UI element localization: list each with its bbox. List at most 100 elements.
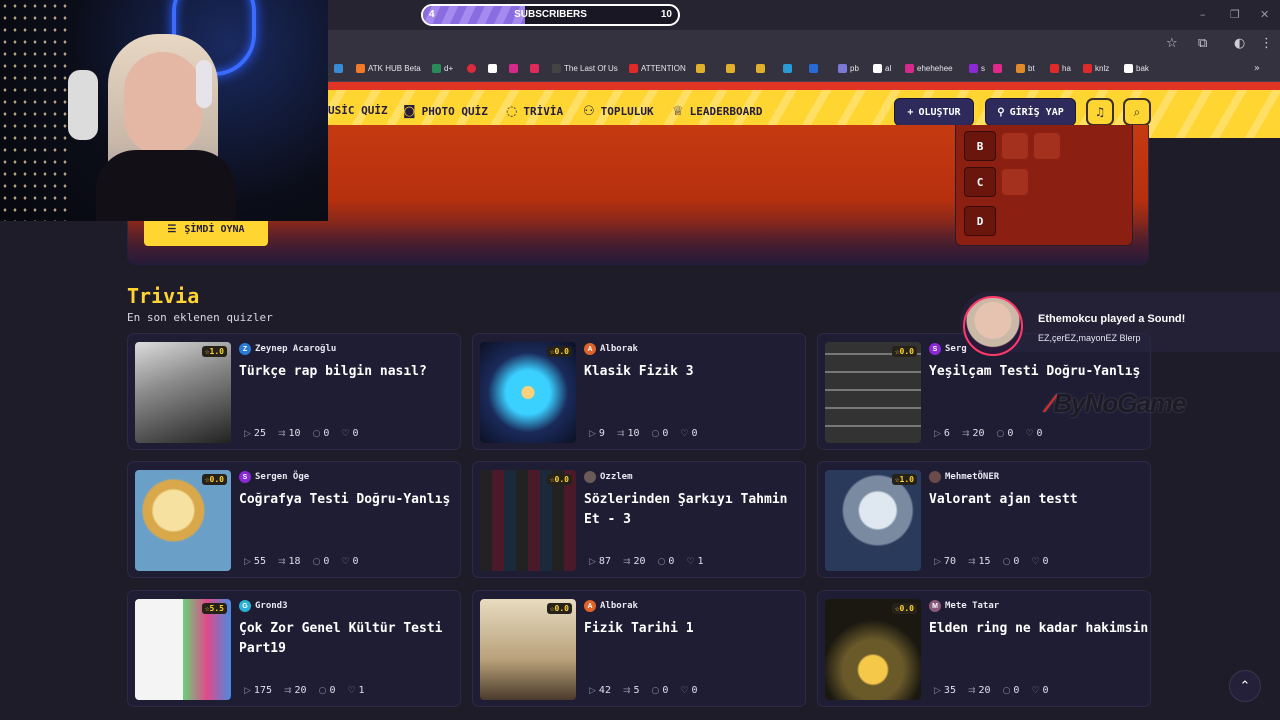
- bookmark-star-icon[interactable]: ☆: [1166, 36, 1178, 51]
- likes-stat[interactable]: ♡ 0: [680, 428, 697, 439]
- quiz-title[interactable]: Klasik Fizik 3: [584, 362, 804, 382]
- quiz-stats: ▷ 55 ⇉ 18 ○ 0 ♡ 0: [244, 556, 359, 567]
- linkedin-icon[interactable]: [809, 64, 818, 73]
- bookmark-item[interactable]: ATTENTION: [629, 64, 686, 73]
- quiz-title[interactable]: Elden ring ne kadar hakimsin: [929, 619, 1149, 639]
- likes-stat[interactable]: ♡ 0: [680, 685, 697, 696]
- menu-icon[interactable]: ⋮: [1260, 36, 1273, 51]
- nav-trivia[interactable]: ◌ TRİVİA: [506, 104, 563, 119]
- bookmark-item[interactable]: pb: [838, 64, 859, 73]
- quiz-stats: ▷ 175 ⇉ 20 ○ 0 ♡ 1: [244, 685, 365, 696]
- bookmark-icon[interactable]: [530, 64, 539, 73]
- comment-icon: ○: [1002, 556, 1011, 567]
- likes-stat[interactable]: ♡ 0: [341, 556, 358, 567]
- quiz-author[interactable]: MehmetÖNER: [929, 471, 999, 483]
- quiz-card[interactable]: ☆1.0 MehmetÖNER Valorant ajan testt ▷ 70 …: [817, 461, 1151, 578]
- quiz-title[interactable]: Sözlerinden Şarkıyı Tahmin Et - 3: [584, 490, 804, 530]
- likes-stat[interactable]: ♡ 0: [1031, 685, 1048, 696]
- instagram-icon[interactable]: [509, 64, 518, 73]
- quiz-card[interactable]: ☆0.0 A Alborak Klasik Fizik 3 ▷ 9 ⇉ 10 ○ 0 …: [472, 333, 806, 450]
- quiz-stats: ▷ 25 ⇉ 10 ○ 0 ♡ 0: [244, 428, 359, 439]
- bookmark-item[interactable]: al: [873, 64, 891, 73]
- bookmark-item[interactable]: s: [969, 64, 985, 73]
- likes-stat[interactable]: ♡ 0: [341, 428, 358, 439]
- bookmarks-more-icon[interactable]: »: [1254, 63, 1260, 74]
- quiz-thumbnail[interactable]: ☆0.0: [825, 599, 921, 700]
- bookmark-icon[interactable]: [488, 64, 497, 73]
- quiz-card[interactable]: ☆0.0 Ozzlem Sözlerinden Şarkıyı Tahmin E…: [472, 461, 806, 578]
- quiz-title[interactable]: Yeşilçam Testi Doğru-Yanlış: [929, 362, 1149, 382]
- quiz-thumbnail[interactable]: ☆1.0: [825, 470, 921, 571]
- bookmark-icon[interactable]: [726, 64, 735, 73]
- likes-stat[interactable]: ♡ 1: [347, 685, 364, 696]
- quiz-author[interactable]: A Alborak: [584, 343, 638, 355]
- play-icon: ▷: [589, 428, 596, 439]
- likes-stat[interactable]: ♡ 0: [1025, 428, 1042, 439]
- quiz-author[interactable]: G Grond3: [239, 600, 288, 612]
- quiz-title[interactable]: Valorant ajan testt: [929, 490, 1149, 510]
- extensions-icon[interactable]: ⧉: [1198, 36, 1207, 51]
- quiz-title[interactable]: Çok Zor Genel Kültür Testi Part19: [239, 619, 459, 659]
- answer-key: D: [964, 206, 996, 236]
- profile-avatar-icon[interactable]: ◐: [1234, 36, 1245, 51]
- bookmark-item[interactable]: d+: [432, 64, 453, 73]
- maximize-icon[interactable]: ❐: [1230, 8, 1240, 21]
- bookmark-icon[interactable]: [756, 64, 765, 73]
- quiz-author[interactable]: S Serg: [929, 343, 967, 355]
- nav-photo-quiz[interactable]: ◙ PHOTO QUİZ: [403, 104, 488, 119]
- nav-music-quiz[interactable]: USİC QUİZ: [328, 104, 388, 117]
- quiz-thumbnail[interactable]: ☆0.0: [480, 470, 576, 571]
- bookmark-item[interactable]: bt: [1016, 64, 1035, 73]
- users-icon: ⚇: [583, 104, 595, 119]
- answer-key: B: [964, 131, 996, 161]
- alert-avatar: [963, 296, 1023, 356]
- author-avatar: Z: [239, 343, 251, 355]
- bookmark-item[interactable]: ha: [1050, 64, 1071, 73]
- quiz-card[interactable]: ☆1.0 Z Zeynep Acaroğlu Türkçe rap bilgin…: [127, 333, 461, 450]
- quiz-author[interactable]: S Sergen Öge: [239, 471, 309, 483]
- search-icon[interactable]: ⌕: [1123, 98, 1151, 126]
- nav-community[interactable]: ⚇ TOPLULUK: [583, 104, 654, 119]
- quiz-title[interactable]: Coğrafya Testi Doğru-Yanlış: [239, 490, 459, 510]
- bookmark-icon[interactable]: [993, 64, 1002, 73]
- quiz-title[interactable]: Fizik Tarihi 1: [584, 619, 804, 639]
- quiz-author[interactable]: M Mete Tatar: [929, 600, 999, 612]
- likes-stat[interactable]: ♡ 0: [1031, 556, 1048, 567]
- quiz-card[interactable]: ☆0.0 M Mete Tatar Elden ring ne kadar ha…: [817, 590, 1151, 707]
- rating-badge: ☆0.0: [546, 474, 572, 485]
- minimize-icon[interactable]: –: [1200, 8, 1206, 21]
- heart-icon: ♡: [686, 556, 695, 567]
- quiz-stats: ▷ 42 ⇉ 5 ○ 0 ♡ 0: [589, 685, 698, 696]
- scroll-to-top-button[interactable]: ⌃: [1229, 670, 1261, 702]
- quiz-thumbnail[interactable]: ☆0.0: [135, 470, 231, 571]
- quiz-card[interactable]: ☆0.0 S Sergen Öge Coğrafya Testi Doğru-Y…: [127, 461, 461, 578]
- bookmark-item[interactable]: ehehehee: [905, 64, 953, 73]
- notification-bell-icon[interactable]: ♫: [1086, 98, 1114, 126]
- quiz-title[interactable]: Türkçe rap bilgin nasıl?: [239, 362, 459, 382]
- bookmark-icon[interactable]: [696, 64, 705, 73]
- quiz-thumbnail[interactable]: ☆5.5: [135, 599, 231, 700]
- bookmark-item[interactable]: knlz: [1083, 64, 1109, 73]
- likes-stat[interactable]: ♡ 1: [686, 556, 703, 567]
- quiz-author[interactable]: Ozzlem: [584, 471, 633, 483]
- pinterest-icon[interactable]: [467, 64, 476, 73]
- bookmark-icon[interactable]: [783, 64, 792, 73]
- bookmark-item[interactable]: ATK HUB Beta: [356, 64, 421, 73]
- bookmark-item[interactable]: bak: [1124, 64, 1149, 73]
- author-avatar: A: [584, 600, 596, 612]
- bookmark-item[interactable]: The Last Of Us: [552, 64, 618, 73]
- quiz-thumbnail[interactable]: ☆1.0: [135, 342, 231, 443]
- nav-leaderboard[interactable]: ♕ LEADERBOARD: [672, 104, 763, 119]
- quiz-thumbnail[interactable]: ☆0.0: [480, 342, 576, 443]
- bookmark-icon[interactable]: [334, 64, 343, 73]
- quiz-card[interactable]: ☆0.0 A Alborak Fizik Tarihi 1 ▷ 42 ⇉ 5 ○ 0 …: [472, 590, 806, 707]
- quiz-thumbnail[interactable]: ☆0.0: [480, 599, 576, 700]
- quiz-author[interactable]: Z Zeynep Acaroğlu: [239, 343, 336, 355]
- close-icon[interactable]: ✕: [1260, 8, 1269, 21]
- fairy-lights: [0, 0, 70, 221]
- quiz-thumbnail[interactable]: ☆0.0: [825, 342, 921, 443]
- create-button[interactable]: + OLUŞTUR: [894, 98, 974, 126]
- login-button[interactable]: ⚲ GİRİŞ YAP: [985, 98, 1076, 126]
- quiz-author[interactable]: A Alborak: [584, 600, 638, 612]
- quiz-card[interactable]: ☆5.5 G Grond3 Çok Zor Genel Kültür Testi…: [127, 590, 461, 707]
